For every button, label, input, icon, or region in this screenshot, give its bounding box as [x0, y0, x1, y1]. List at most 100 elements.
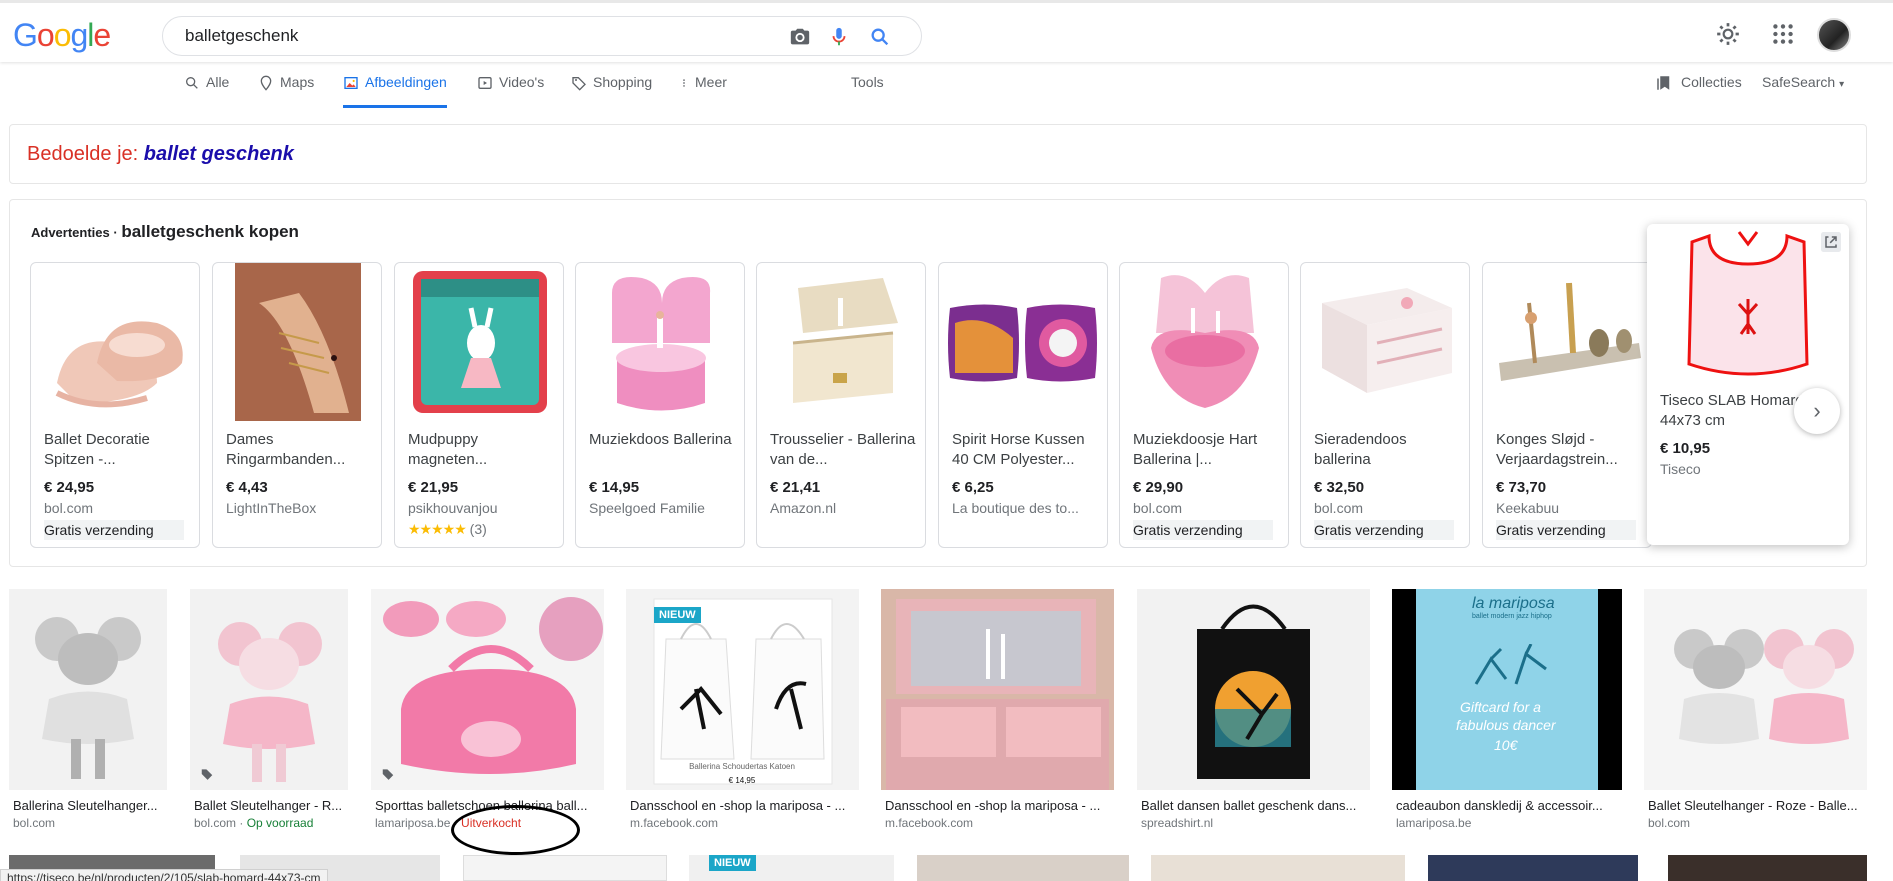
bookmark-icon: [1657, 76, 1670, 90]
image-result-partial[interactable]: [1151, 855, 1405, 881]
tab-label: Meer: [695, 74, 727, 90]
image-result-partial[interactable]: [1428, 855, 1638, 881]
camera-icon[interactable]: [789, 26, 811, 48]
ad-title: Sieradendoos ballerina: [1314, 431, 1407, 468]
ad-card[interactable]: Sieradendoos ballerina € 32,50 bol.com G…: [1300, 262, 1470, 548]
tab-shopping[interactable]: Shopping: [571, 74, 652, 108]
result-source: spreadshirt.nl: [1141, 816, 1213, 830]
product-image: [1307, 263, 1465, 421]
giftcard-text: fabulous dancer: [1456, 717, 1556, 733]
product-image: [1126, 263, 1284, 421]
ad-card[interactable]: Muziekdoosje Hart Ballerina |... € 29,90…: [1119, 262, 1289, 548]
tab-images[interactable]: Afbeeldingen: [343, 74, 447, 108]
ad-title: Dames Ringarmbanden...: [226, 431, 346, 468]
result-source: bol.com · Op voorraad: [194, 816, 314, 830]
logo-letter: G: [13, 17, 38, 53]
carousel-next-button[interactable]: ›: [1794, 388, 1840, 434]
tag-icon: [572, 77, 586, 91]
account-avatar[interactable]: [1817, 18, 1851, 52]
microphone-icon[interactable]: [828, 26, 850, 48]
result-title: Ballet Sleutelhanger - Roze - Balle...: [1648, 798, 1858, 813]
ad-store: bol.com: [1314, 500, 1364, 516]
product-image: [413, 271, 547, 413]
product-image: [945, 263, 1103, 421]
result-thumbnail: [1644, 589, 1867, 790]
search-input[interactable]: [185, 25, 745, 47]
free-shipping-badge: Gratis verzending: [1314, 520, 1454, 540]
ad-card[interactable]: Muziekdoos Ballerina € 14,95 Speelgoed F…: [575, 262, 745, 548]
tab-label: Shopping: [593, 74, 653, 90]
spelling-suggestion-link[interactable]: ballet geschenk: [144, 143, 294, 165]
image-result-partial[interactable]: [1668, 855, 1867, 881]
image-result[interactable]: Ballet Sleutelhanger - R... bol.com · Op…: [190, 589, 348, 833]
ad-price: € 10,95: [1660, 440, 1711, 457]
top-header: Google: [0, 0, 1893, 62]
free-shipping-badge: Gratis verzending: [1496, 520, 1636, 540]
image-result-partial[interactable]: [463, 855, 667, 881]
ad-card[interactable]: Mudpuppy magneten... € 21,95 psikhouvanj…: [394, 262, 564, 548]
logo-letter: o: [53, 17, 72, 53]
ad-card-hovered[interactable]: Tiseco SLAB Homard 44x73 cm € 10,95 Tise…: [1647, 224, 1849, 545]
ad-card[interactable]: Konges Sløjd - Verjaardagstrein... € 73,…: [1482, 262, 1652, 548]
image-result-partial[interactable]: [917, 855, 1129, 881]
ad-store: La boutique des to...: [952, 500, 1079, 516]
stock-status: Op voorraad: [246, 816, 314, 830]
image-result[interactable]: Ballet dansen ballet geschenk dans... sp…: [1137, 589, 1370, 833]
ad-title: Ballet Decoratie Spitzen -...: [44, 431, 150, 468]
image-result-partial[interactable]: NIEUW: [689, 855, 894, 881]
product-image: [37, 263, 195, 421]
ad-title: Muziekdoos Ballerina: [589, 431, 732, 448]
ad-card[interactable]: Trousselier - Ballerina van de... € 21,4…: [756, 262, 926, 548]
image-result[interactable]: Ballet Sleutelhanger - Roze - Balle... b…: [1644, 589, 1867, 833]
tab-more[interactable]: Meer: [679, 74, 727, 108]
tab-label: Alle: [206, 74, 230, 90]
safesearch-dropdown[interactable]: SafeSearch ▾: [1762, 74, 1844, 90]
ad-card[interactable]: Spirit Horse Kussen 40 CM Polyester... €…: [938, 262, 1108, 548]
product-image: [763, 263, 921, 421]
safesearch-label: SafeSearch: [1762, 74, 1836, 90]
ad-title: Trousselier - Ballerina van de...: [770, 431, 916, 468]
thumbnail-price: € 14,95: [729, 776, 756, 785]
ad-store: bol.com: [44, 500, 94, 516]
image-result[interactable]: Sporttas balletschoen ballerina ball... …: [371, 589, 604, 833]
ad-price: € 21,95: [408, 479, 459, 496]
star-rating-icon: ★★★★★: [408, 521, 467, 537]
google-logo[interactable]: Google: [13, 17, 111, 54]
ads-query: balletgeschenk kopen: [121, 222, 299, 241]
tab-all[interactable]: Alle: [184, 74, 229, 108]
brand-subtext: ballet modern jazz hiphop: [1472, 613, 1552, 620]
ad-rating: ★★★★★ (3): [408, 521, 487, 538]
video-icon: [478, 77, 492, 89]
image-result[interactable]: Ballerina Schoudertas Katoen € 14,95 NIE…: [626, 589, 859, 833]
ad-price: € 4,43: [226, 479, 268, 496]
ads-heading: Advertenties · balletgeschenk kopen: [31, 222, 299, 242]
external-link-icon[interactable]: [1821, 232, 1841, 252]
search-icon[interactable]: [869, 26, 891, 48]
apps-grid-icon[interactable]: [1770, 21, 1796, 47]
annotation-circle: [451, 805, 580, 855]
did-you-mean-box: Bedoelde je: ballet geschenk: [9, 124, 1867, 184]
giftcard-image: la mariposa ballet modern jazz hiphop Gi…: [1416, 589, 1598, 790]
ad-card[interactable]: Ballet Decoratie Spitzen -... € 24,95 bo…: [30, 262, 200, 548]
tab-maps[interactable]: Maps: [258, 74, 314, 108]
caret-down-icon: ▾: [1839, 79, 1845, 90]
ad-store: Tiseco: [1660, 461, 1701, 477]
tab-label: Afbeeldingen: [365, 74, 447, 90]
product-image: [582, 263, 740, 421]
thumbnail-caption: Ballerina Schoudertas Katoen: [689, 762, 795, 771]
status-bar-url: https://tiseco.be/nl/producten/2/105/sla…: [0, 869, 328, 881]
giftcard-text: Giftcard for a: [1460, 699, 1541, 715]
image-icon: [344, 77, 358, 89]
ad-card[interactable]: Dames Ringarmbanden... € 4,43 LightInThe…: [212, 262, 382, 548]
image-result[interactable]: Dansschool en -shop la mariposa - ... m.…: [881, 589, 1114, 833]
ad-price: € 21,41: [770, 479, 821, 496]
image-result[interactable]: la mariposa ballet modern jazz hiphop Gi…: [1392, 589, 1622, 833]
ads-label: Advertenties: [31, 225, 110, 240]
tab-videos[interactable]: Video's: [477, 74, 544, 108]
settings-gear-icon[interactable]: [1715, 21, 1741, 47]
collections-button[interactable]: Collecties: [1655, 74, 1742, 92]
image-result[interactable]: Ballerina Sleutelhanger... bol.com: [9, 589, 167, 833]
tools-button[interactable]: Tools: [851, 74, 884, 90]
brand-text: la mariposa: [1472, 595, 1555, 612]
ad-store: psikhouvanjou: [408, 500, 498, 516]
